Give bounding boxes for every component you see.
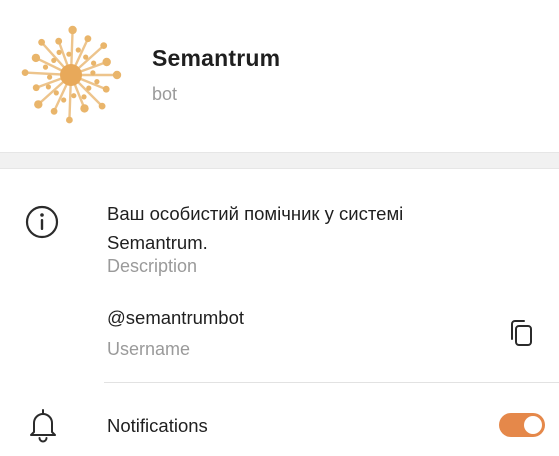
bot-description: Ваш особистий помічник у системі Semantr…	[107, 203, 404, 253]
username-label: Username	[107, 339, 191, 359]
notifications-row[interactable]: Notifications	[0, 392, 559, 456]
copy-icon[interactable]	[507, 318, 535, 348]
section-separator	[0, 152, 559, 169]
bot-profile-panel: Semantrum bot Ваш особистий помічник у с…	[0, 0, 559, 456]
info-circle-icon	[25, 205, 59, 239]
notifications-label: Notifications	[107, 415, 208, 436]
bot-name: Semantrum	[152, 45, 281, 71]
toggle-knob	[524, 416, 542, 434]
description-label: Description	[107, 256, 198, 276]
bell-icon	[30, 409, 56, 443]
avatar	[21, 25, 122, 124]
profile-header: Semantrum bot	[0, 0, 559, 152]
bot-username[interactable]: @semantrumbot	[107, 307, 244, 329]
row-divider	[104, 382, 559, 383]
bot-subtitle: bot	[152, 84, 178, 104]
notifications-toggle[interactable]	[499, 413, 545, 437]
